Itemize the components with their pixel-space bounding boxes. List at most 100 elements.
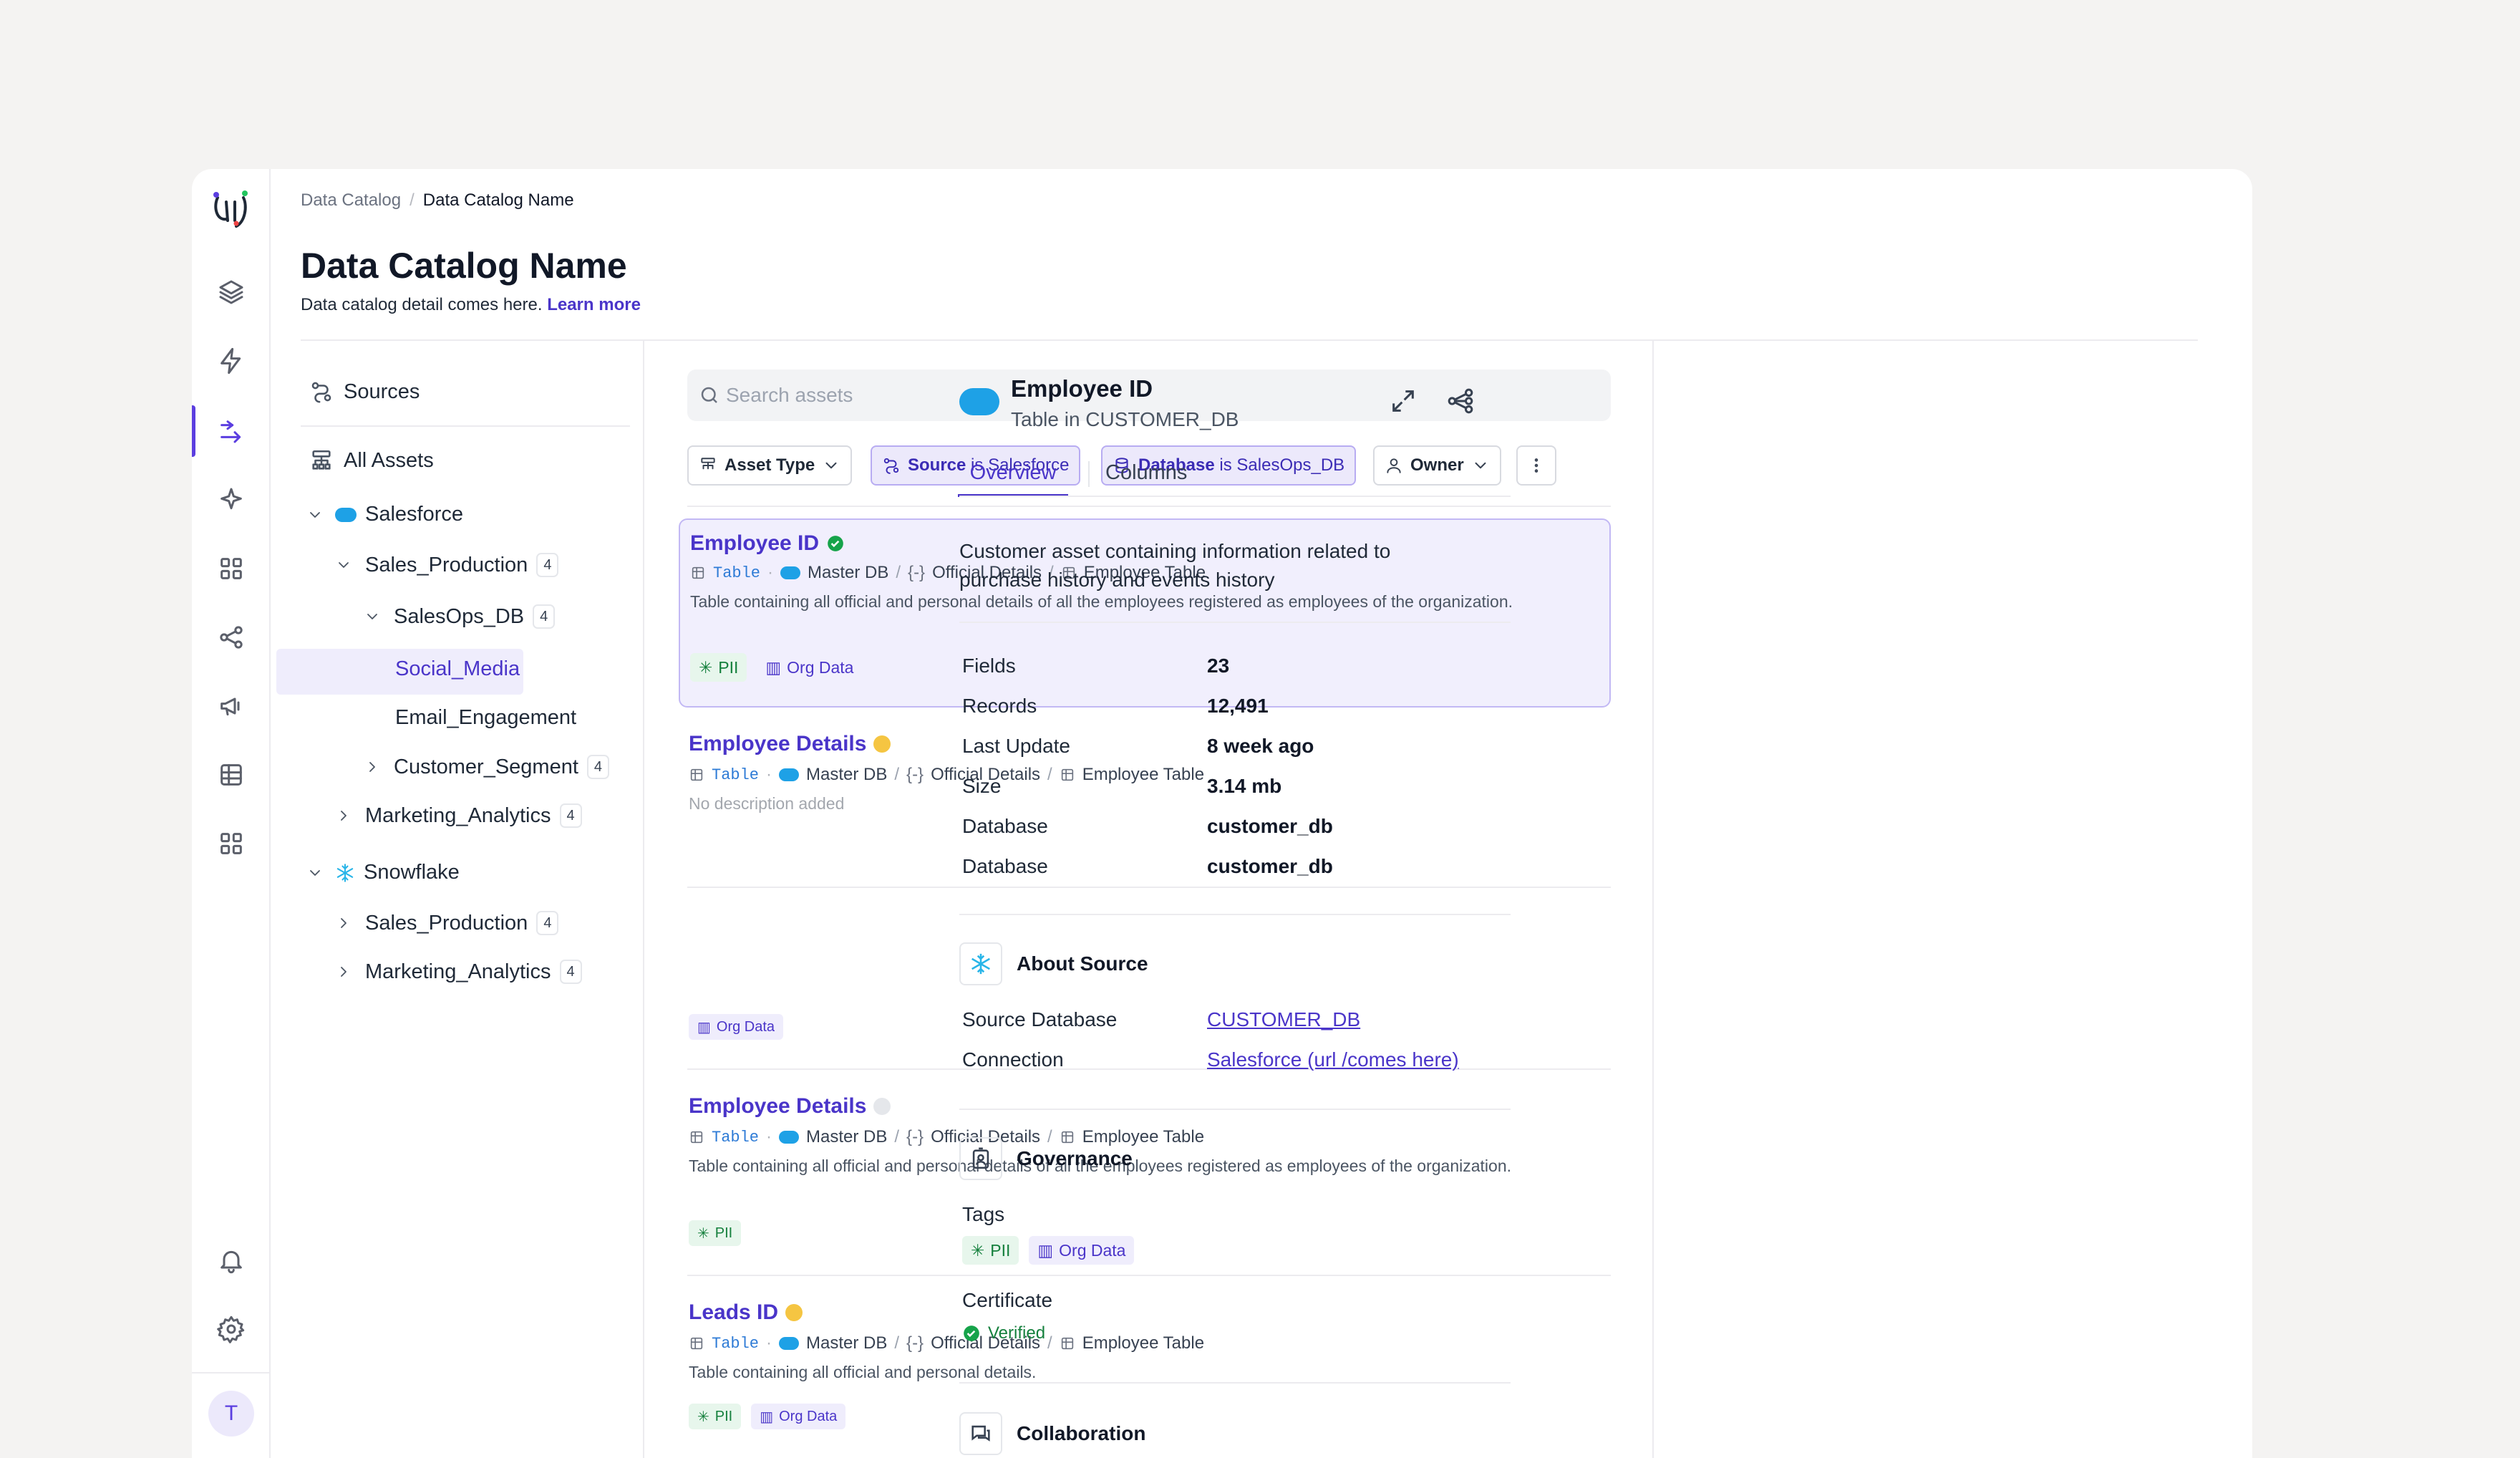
tree-sf-sales-production[interactable]: Sales_Production 4: [335, 911, 559, 935]
collaboration-title: Collaboration: [1017, 1422, 1146, 1444]
governance-title: Governance: [1017, 1147, 1133, 1169]
asset-tags: ✳ PII ▥ Org Data: [689, 1404, 846, 1429]
tree-customer-segment[interactable]: Customer_Segment 4: [364, 755, 610, 779]
tabs-divider: [959, 496, 1511, 497]
more-options-button[interactable]: [1516, 445, 1556, 486]
asset-name[interactable]: Leads ID: [689, 1300, 803, 1325]
tree-social-media[interactable]: Social_Media: [395, 657, 520, 681]
layers-icon[interactable]: [214, 275, 248, 309]
tag-pii-label: PII: [718, 657, 739, 677]
prop-row: Size 3.14 mb: [962, 775, 1281, 798]
gear-icon[interactable]: [214, 1312, 248, 1346]
tree-email-engagement[interactable]: Email_Engagement: [395, 706, 576, 730]
tag-org-data[interactable]: ▥ Org Data: [757, 653, 862, 682]
salesforce-icon: [335, 507, 357, 522]
hierarchy-icon: [701, 458, 715, 470]
sparkle-icon[interactable]: [214, 483, 248, 517]
asset-tags: ▥ Org Data: [689, 1014, 784, 1040]
chevron-down-icon: [825, 462, 837, 469]
bell-icon[interactable]: [214, 1243, 248, 1278]
asset-tags: ✳ PII ▥ Org Data: [690, 653, 862, 682]
tree-marketing-analytics[interactable]: Marketing_Analytics 4: [335, 803, 582, 828]
asset-name[interactable]: Employee ID: [690, 531, 845, 556]
tag-pii[interactable]: ✳ PII: [962, 1236, 1019, 1265]
asset-db: Master DB: [806, 765, 888, 784]
asset-name-text: Employee ID: [690, 531, 820, 555]
asset-db: Master DB: [806, 1333, 888, 1353]
tag-pii-label: PII: [990, 1240, 1011, 1260]
chevron-right-icon: [341, 918, 346, 928]
asset-description: No description added: [689, 794, 845, 813]
tree-divider-line: [301, 425, 630, 427]
tag-org-data[interactable]: ▥ Org Data: [1029, 1236, 1135, 1265]
prop-label: Database: [962, 815, 1048, 837]
salesforce-icon: [779, 1337, 800, 1350]
share-icon[interactable]: [214, 620, 248, 655]
owner-label: Owner: [1410, 455, 1464, 475]
tree-snowflake[interactable]: Snowflake: [306, 861, 460, 884]
asset-card[interactable]: Employee Details Table · Master DB / {-} Of…: [679, 718, 1611, 887]
tag-org-data[interactable]: ▥ Org Data: [751, 1404, 846, 1429]
tree-salesops-db[interactable]: SalesOps_DB 4: [364, 604, 556, 629]
table-icon[interactable]: [214, 758, 248, 792]
asset-type-filter[interactable]: Asset Type: [687, 445, 853, 486]
table-icon: [690, 1131, 703, 1144]
pipeline-icon[interactable]: [214, 414, 248, 448]
tab-overview[interactable]: Overview: [958, 443, 1068, 497]
asset-type: Table: [712, 1128, 760, 1146]
tree-salesforce[interactable]: Salesforce: [306, 503, 463, 526]
tag-pii[interactable]: ✳ PII: [689, 1220, 742, 1246]
chevron-down-icon: [367, 614, 377, 619]
meta-dot: ·: [767, 563, 774, 582]
brand-logo[interactable]: [210, 188, 252, 229]
apps-icon[interactable]: [214, 826, 248, 861]
tag-pii[interactable]: ✳ PII: [689, 1404, 742, 1429]
section-divider: [959, 1109, 1511, 1110]
asset-name[interactable]: Employee Details: [689, 732, 891, 756]
tab-divider: [1088, 461, 1090, 487]
page-subtitle: Data catalog detail comes here. Learn mo…: [301, 295, 641, 315]
lineage-icon[interactable]: [1446, 387, 1475, 415]
grid-icon[interactable]: [214, 551, 248, 586]
tag-pii[interactable]: ✳ PII: [690, 653, 747, 682]
owner-filter[interactable]: Owner: [1373, 445, 1501, 486]
expand-icon[interactable]: [1389, 387, 1418, 415]
meta-dot: ·: [766, 1333, 772, 1353]
breadcrumb-root[interactable]: Data Catalog: [301, 190, 401, 210]
tree-sf-sales-production-label: Sales_Production: [365, 911, 528, 935]
megaphone-icon[interactable]: [214, 689, 248, 723]
connection-link[interactable]: Salesforce (url /comes here): [1207, 1048, 1459, 1071]
prop-label: Size: [962, 775, 1002, 797]
tab-columns[interactable]: Columns: [1105, 461, 1187, 485]
tree-sales-production[interactable]: Sales_Production 4: [335, 553, 559, 577]
chevron-right-icon: [341, 967, 346, 977]
learn-more-link[interactable]: Learn more: [547, 295, 641, 314]
source-db-link[interactable]: CUSTOMER_DB: [1207, 1008, 1360, 1031]
active-indicator: [192, 405, 195, 457]
meta-slash: /: [896, 563, 901, 582]
table-icon: [1061, 768, 1073, 781]
breadcrumb: Data Catalog / Data Catalog Name: [301, 190, 574, 211]
tag-org-data[interactable]: ▥ Org Data: [689, 1014, 784, 1040]
lightning-icon[interactable]: [214, 344, 248, 378]
tree-sf-marketing-analytics[interactable]: Marketing_Analytics 4: [335, 960, 582, 984]
count-badge: 4: [533, 604, 556, 629]
asset-meta: Table · Master DB / {-} Official Details / E…: [689, 1333, 1204, 1353]
prop-value: 12,491: [1207, 695, 1269, 717]
asset-name[interactable]: Employee Details: [689, 1094, 891, 1119]
governance-header: Governance: [959, 1137, 1133, 1180]
tree-sources[interactable]: Sources: [309, 380, 420, 404]
tree-customer-segment-label: Customer_Segment: [394, 755, 578, 778]
tag-org-label: Org Data: [1059, 1240, 1126, 1260]
count-badge: 4: [586, 755, 610, 779]
avatar[interactable]: T: [208, 1391, 254, 1437]
table-icon: [690, 1337, 703, 1350]
source-db-row: Source Database CUSTOMER_DB: [962, 1008, 1360, 1031]
meta-slash: /: [1047, 1333, 1052, 1353]
folder-icon: {-}: [906, 1127, 924, 1146]
card-divider: [687, 1068, 1611, 1070]
tags-label: Tags: [962, 1203, 1005, 1225]
search-icon: [701, 387, 717, 403]
badge-icon: [959, 1137, 1002, 1180]
tree-all-assets[interactable]: All Assets: [309, 448, 434, 473]
